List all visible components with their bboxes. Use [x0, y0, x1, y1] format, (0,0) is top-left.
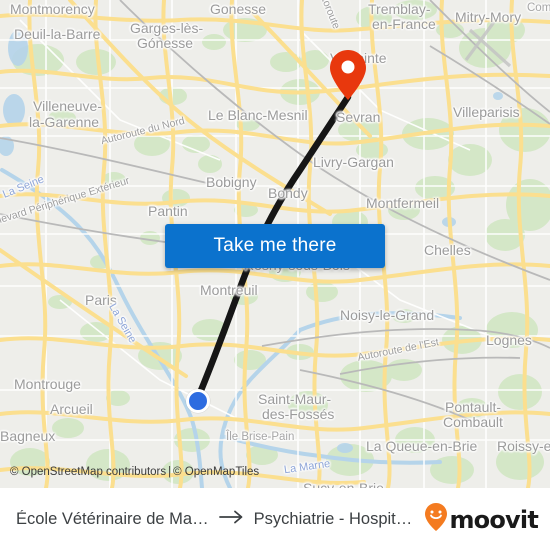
moovit-map-screen: Montmorency Gonesse Tremblay-en-France Mitr… [0, 0, 550, 550]
map-attribution: © OpenStreetMap contributors | © OpenMapTi… [0, 466, 550, 478]
osm-attribution-link[interactable]: © OpenStreetMap contributors [10, 466, 166, 478]
trip-summary-bar: École Vétérinaire de Mais… Psychiatrie -… [0, 488, 550, 550]
openmaptiles-attribution-link[interactable]: © OpenMapTiles [173, 466, 259, 478]
trip-destination-label: Psychiatrie - Hospitali… [253, 510, 420, 528]
trip-origin-label: École Vétérinaire de Mais… [16, 510, 210, 528]
arrow-right-icon [218, 509, 245, 530]
moovit-pin-icon [425, 503, 448, 536]
map-canvas[interactable]: Montmorency Gonesse Tremblay-en-France Mitr… [0, 0, 550, 488]
take-me-there-button[interactable]: Take me there [165, 224, 385, 268]
moovit-wordmark: moovit [449, 505, 538, 534]
destination-pin[interactable] [330, 50, 366, 100]
moovit-logo[interactable]: moovit [425, 503, 539, 536]
origin-dot[interactable] [186, 389, 210, 413]
trip-endpoints[interactable]: École Vétérinaire de Mais… Psychiatrie -… [16, 509, 419, 530]
